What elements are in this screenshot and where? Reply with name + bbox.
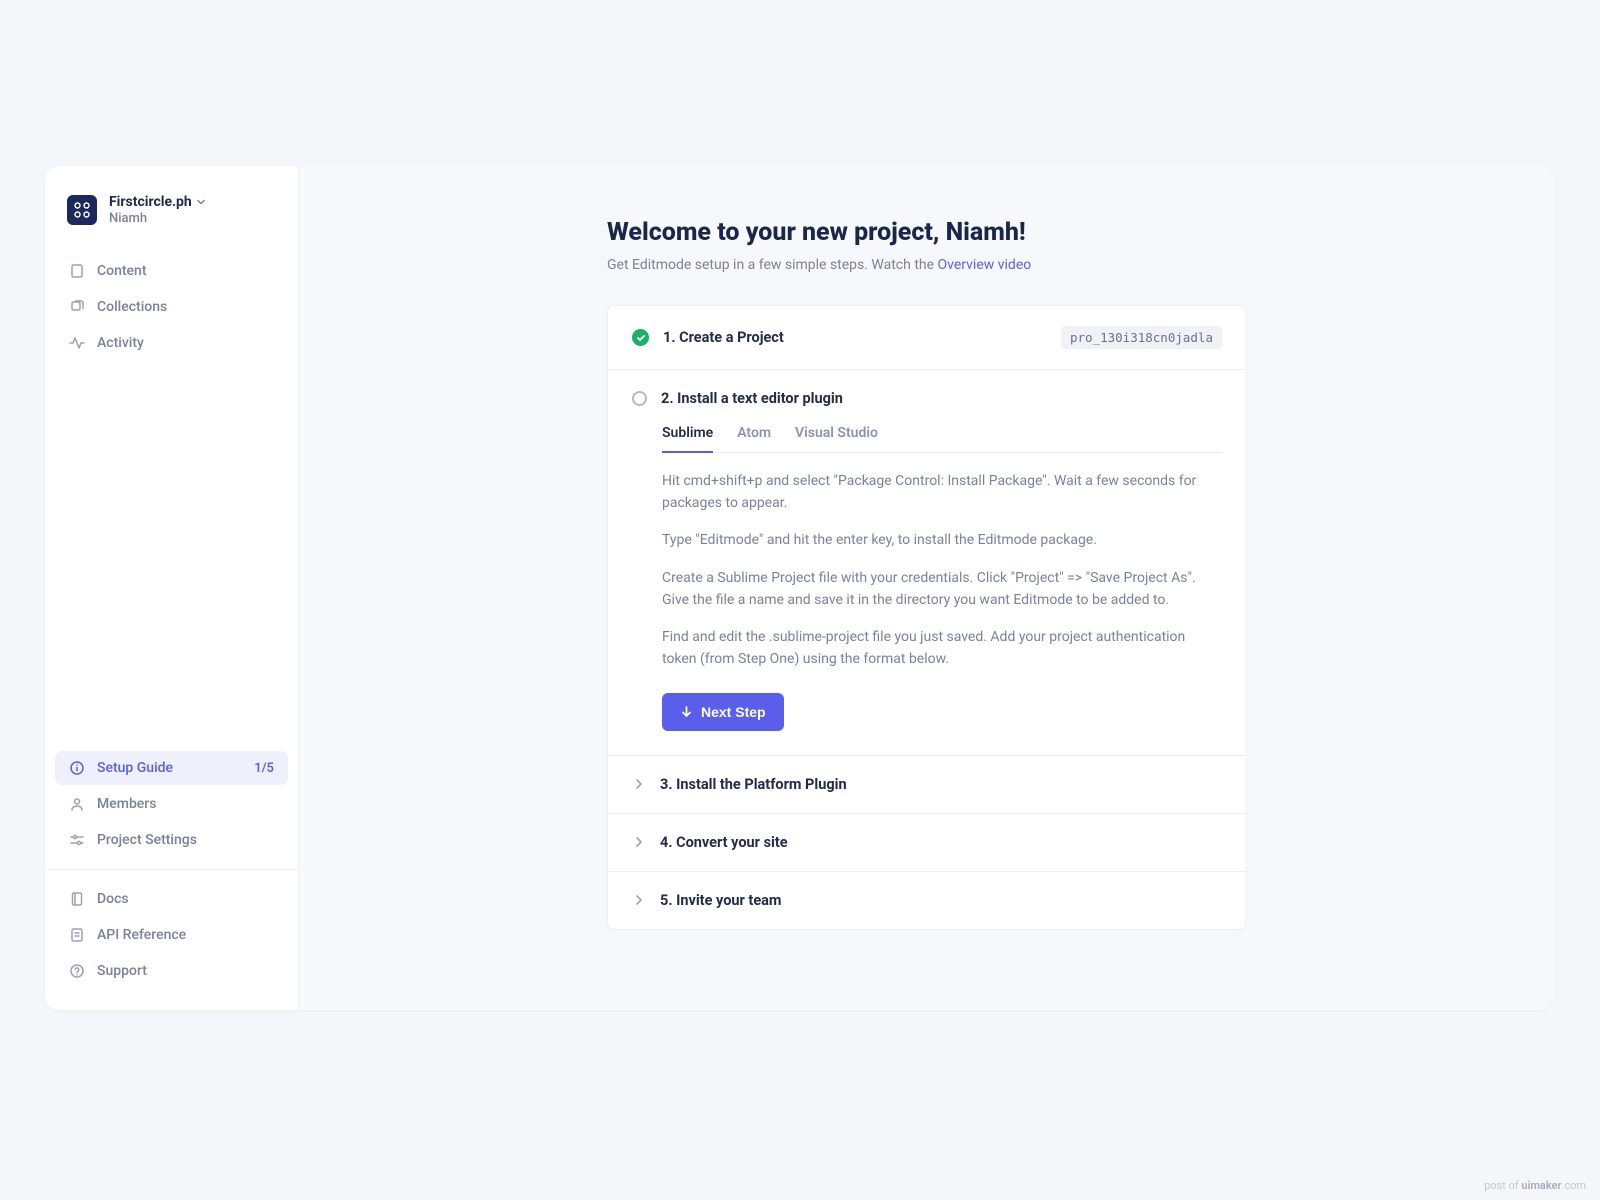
sidebar-item-label: Collections — [97, 299, 167, 315]
file-icon — [69, 263, 85, 279]
check-circle-icon — [632, 329, 649, 346]
sidebar-item-activity[interactable]: Activity — [55, 326, 288, 360]
tab-visual-studio[interactable]: Visual Studio — [795, 425, 878, 453]
sidebar: Firstcircle.ph Niamh Content Collections… — [45, 166, 299, 1010]
copy-icon — [69, 299, 85, 315]
setup-progress-badge: 1/5 — [254, 761, 274, 776]
activity-icon — [69, 335, 85, 351]
sidebar-item-label: Docs — [97, 891, 129, 907]
step-3-install-platform-plugin[interactable]: 3. Install the Platform Plugin — [608, 756, 1246, 814]
workspace-logo-icon — [67, 195, 97, 225]
book-icon — [69, 891, 85, 907]
editor-tabs: Sublime Atom Visual Studio — [662, 425, 1222, 453]
sidebar-item-label: Setup Guide — [97, 760, 173, 776]
sidebar-item-setup-guide[interactable]: Setup Guide 1/5 — [55, 751, 288, 785]
overview-video-link[interactable]: Overview video — [938, 257, 1032, 273]
arrow-down-icon — [680, 705, 693, 718]
sidebar-item-label: API Reference — [97, 927, 186, 943]
sidebar-item-label: Project Settings — [97, 832, 197, 848]
chevron-right-icon — [632, 893, 646, 907]
app-window: Firstcircle.ph Niamh Content Collections… — [45, 166, 1555, 1010]
tab-sublime[interactable]: Sublime — [662, 425, 713, 453]
step-title: 5. Invite your team — [660, 892, 782, 909]
sidebar-item-docs[interactable]: Docs — [55, 882, 288, 916]
sidebar-item-label: Members — [97, 796, 156, 812]
workspace-user: Niamh — [109, 211, 206, 227]
sidebar-item-label: Content — [97, 263, 147, 279]
sidebar-item-support[interactable]: Support — [55, 954, 288, 988]
user-icon — [69, 796, 85, 812]
chevron-right-icon — [632, 835, 646, 849]
instruction-p2: Type "Editmode" and hit the enter key, t… — [662, 530, 1222, 552]
sidebar-item-label: Support — [97, 963, 147, 979]
sidebar-item-content[interactable]: Content — [55, 254, 288, 288]
radio-empty-icon — [632, 391, 647, 406]
page-title: Welcome to your new project, Niamh! — [607, 218, 1247, 247]
step-4-convert-site[interactable]: 4. Convert your site — [608, 814, 1246, 872]
instruction-p3: Create a Sublime Project file with your … — [662, 568, 1222, 611]
instructions: Hit cmd+shift+p and select "Package Cont… — [662, 471, 1222, 671]
next-step-button[interactable]: Next Step — [662, 693, 784, 731]
project-id-code: pro_130i318cn0jadla — [1061, 326, 1222, 349]
sidebar-item-label: Activity — [97, 335, 144, 351]
divider — [45, 869, 298, 870]
sliders-icon — [69, 832, 85, 848]
instruction-p1: Hit cmd+shift+p and select "Package Cont… — [662, 471, 1222, 514]
setup-steps-card: 1. Create a Project pro_130i318cn0jadla … — [607, 305, 1247, 930]
sidebar-item-collections[interactable]: Collections — [55, 290, 288, 324]
sidebar-item-project-settings[interactable]: Project Settings — [55, 823, 288, 857]
workspace-switcher[interactable]: Firstcircle.ph Niamh — [45, 194, 298, 226]
chevron-right-icon — [632, 777, 646, 791]
step-title: 2. Install a text editor plugin — [661, 390, 843, 407]
page-subtitle: Get Editmode setup in a few simple steps… — [607, 257, 1247, 273]
main-content: Welcome to your new project, Niamh! Get … — [299, 166, 1555, 1010]
sidebar-item-members[interactable]: Members — [55, 787, 288, 821]
chevron-down-icon — [196, 197, 206, 207]
step-2-install-editor-plugin: 2. Install a text editor plugin Sublime … — [608, 370, 1246, 756]
step-title: 4. Convert your site — [660, 834, 788, 851]
doc-icon — [69, 927, 85, 943]
info-icon — [69, 760, 85, 776]
sidebar-item-api-reference[interactable]: API Reference — [55, 918, 288, 952]
help-icon — [69, 963, 85, 979]
step-title: 3. Install the Platform Plugin — [660, 776, 847, 793]
next-step-label: Next Step — [701, 704, 766, 720]
tab-atom[interactable]: Atom — [737, 425, 771, 453]
instruction-p4: Find and edit the .sublime-project file … — [662, 627, 1222, 670]
footer-credit: post of uimaker.com — [1484, 1179, 1586, 1192]
step-title: 1. Create a Project — [663, 329, 784, 346]
step-1-create-project[interactable]: 1. Create a Project pro_130i318cn0jadla — [608, 306, 1246, 370]
workspace-name: Firstcircle.ph — [109, 194, 192, 211]
step-5-invite-team[interactable]: 5. Invite your team — [608, 872, 1246, 929]
